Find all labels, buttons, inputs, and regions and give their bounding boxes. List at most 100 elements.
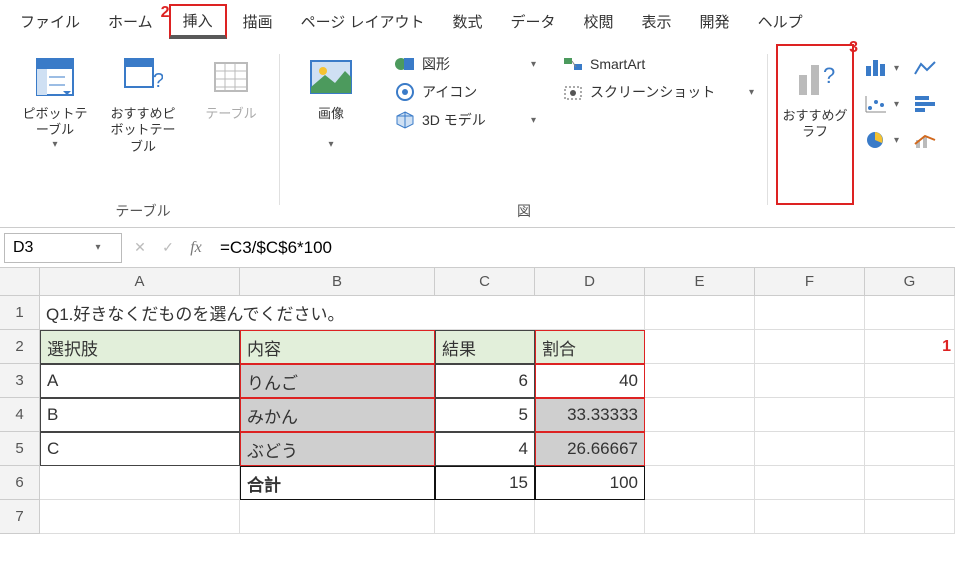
annotation-2: 2 (161, 4, 170, 22)
cell-A6[interactable] (40, 466, 240, 500)
cell-D7[interactable] (535, 500, 645, 534)
row-header-1[interactable]: 1 (0, 296, 40, 330)
cell-E3[interactable] (645, 364, 755, 398)
formula-input[interactable] (210, 233, 955, 263)
cell-B6[interactable]: 合計 (240, 466, 435, 500)
col-header-D[interactable]: D (535, 268, 645, 296)
row-header-6[interactable]: 6 (0, 466, 40, 500)
cell-B5[interactable]: ぶどう (240, 432, 435, 466)
cell-G1[interactable] (865, 296, 955, 330)
screenshot-button[interactable]: スクリーンショット ▾ (558, 80, 758, 104)
cell-G5[interactable] (865, 432, 955, 466)
cell-A4[interactable]: B (40, 398, 240, 432)
menu-help[interactable]: ヘルプ (746, 5, 815, 38)
name-box[interactable]: ▾ (4, 233, 122, 263)
cell-G6[interactable] (865, 466, 955, 500)
cell-A7[interactable] (40, 500, 240, 534)
cell-A1[interactable]: Q1.好きなくだものを選んでください。 (40, 296, 645, 330)
row-header-2[interactable]: 2 (0, 330, 40, 364)
recommended-pivot-icon: ? (120, 54, 166, 100)
recommended-pivot-button[interactable]: ? おすすめピボットテーブル (102, 44, 184, 201)
pivot-table-button[interactable]: ピボットテーブル ▾ (14, 44, 96, 201)
cell-E7[interactable] (645, 500, 755, 534)
image-button[interactable]: 画像▾ (290, 44, 372, 155)
menu-formula[interactable]: 数式 (440, 5, 494, 38)
cell-E4[interactable] (645, 398, 755, 432)
row-header-5[interactable]: 5 (0, 432, 40, 466)
cell-D5[interactable]: 26.66667 (535, 432, 645, 466)
cell-F3[interactable] (755, 364, 865, 398)
cell-F6[interactable] (755, 466, 865, 500)
menu-view[interactable]: 表示 (630, 5, 684, 38)
3d-models-button[interactable]: 3D モデル ▾ (390, 108, 540, 132)
recommended-charts-button[interactable]: 3 ? おすすめグラフ (776, 44, 854, 205)
shapes-button[interactable]: 図形 ▾ (390, 52, 540, 76)
cell-G7[interactable] (865, 500, 955, 534)
table-button: テーブル (190, 44, 272, 201)
pivot-table-icon (32, 54, 78, 100)
insert-function-button[interactable]: fx (182, 233, 210, 263)
cell-B2[interactable]: 1 内容 (240, 330, 435, 364)
cell-B3[interactable]: りんご (240, 364, 435, 398)
cell-C2[interactable]: 結果 1 (435, 330, 535, 364)
cell-G3[interactable] (865, 364, 955, 398)
col-header-F[interactable]: F (755, 268, 865, 296)
smartart-button[interactable]: SmartArt (558, 52, 758, 76)
col-header-E[interactable]: E (645, 268, 755, 296)
cell-C4[interactable]: 5 (435, 398, 535, 432)
cell-D6[interactable]: 100 (535, 466, 645, 500)
cell-C5[interactable]: 4 (435, 432, 535, 466)
cell-E2[interactable] (645, 330, 755, 364)
cell-F7[interactable] (755, 500, 865, 534)
svg-text:?: ? (153, 70, 163, 92)
cell-D4[interactable]: 33.33333 (535, 398, 645, 432)
cell-C3[interactable]: 6 (435, 364, 535, 398)
cell-F2[interactable] (755, 330, 865, 364)
menu-review[interactable]: 校閲 (572, 5, 626, 38)
menu-data[interactable]: データ (499, 5, 568, 38)
menu-dev[interactable]: 開発 (688, 5, 742, 38)
name-box-input[interactable] (5, 239, 75, 257)
cell-B4[interactable]: みかん (240, 398, 435, 432)
menu-draw[interactable]: 描画 (231, 5, 285, 38)
row-header-7[interactable]: 7 (0, 500, 40, 534)
cell-F5[interactable] (755, 432, 865, 466)
menu-home[interactable]: ホーム (96, 5, 165, 38)
cell-A2[interactable]: 選択肢 (40, 330, 240, 364)
combo-chart-icon (913, 130, 937, 150)
table-label: テーブル (205, 106, 256, 122)
bar-chart-button[interactable] (909, 88, 941, 120)
cell-F4[interactable] (755, 398, 865, 432)
row-header-4[interactable]: 4 (0, 398, 40, 432)
select-all-corner[interactable] (0, 268, 40, 296)
cell-C7[interactable] (435, 500, 535, 534)
col-header-G[interactable]: G (865, 268, 955, 296)
col-header-C[interactable]: C (435, 268, 535, 296)
pie-chart-button[interactable]: ▾ (860, 124, 903, 156)
cell-E1[interactable] (645, 296, 755, 330)
cell-C6[interactable]: 15 (435, 466, 535, 500)
icons-button[interactable]: アイコン (390, 80, 540, 104)
cell-E6[interactable] (645, 466, 755, 500)
combo-chart-button[interactable] (909, 124, 941, 156)
cell-F1[interactable] (755, 296, 865, 330)
menu-file[interactable]: ファイル (8, 5, 92, 38)
menu-layout[interactable]: ページ レイアウト (289, 5, 437, 38)
chevron-down-icon[interactable]: ▾ (75, 242, 121, 253)
line-chart-button[interactable] (909, 52, 941, 84)
cell-D2[interactable]: 割合 (535, 330, 645, 364)
cell-B7[interactable] (240, 500, 435, 534)
cell-A3[interactable]: A (40, 364, 240, 398)
cell-E5[interactable] (645, 432, 755, 466)
column-chart-button[interactable]: ▾ (860, 52, 903, 84)
cell-G4[interactable] (865, 398, 955, 432)
row-header-3[interactable]: 3 (0, 364, 40, 398)
col-header-A[interactable]: A (40, 268, 240, 296)
scatter-chart-button[interactable]: ▾ (860, 88, 903, 120)
menu-insert[interactable]: 2 挿入 (169, 4, 227, 39)
cell-A5[interactable]: C (40, 432, 240, 466)
col-header-B[interactable]: B (240, 268, 435, 296)
cancel-formula-button: ✕ (126, 233, 154, 263)
cell-D3[interactable]: 40 (535, 364, 645, 398)
pie-chart-icon (864, 130, 888, 150)
